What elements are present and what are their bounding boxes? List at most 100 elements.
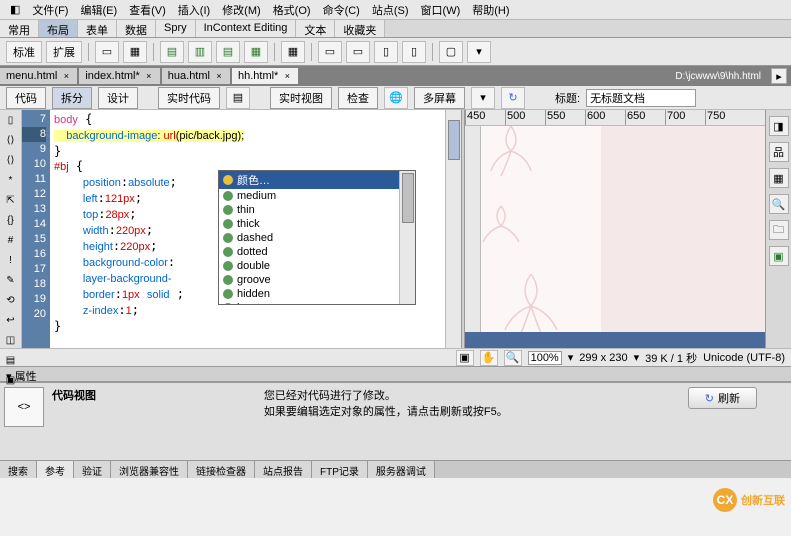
close-icon[interactable]: × — [214, 71, 224, 81]
browser-preview-button[interactable]: 🌐 — [384, 87, 408, 109]
balance-braces-button[interactable]: {} — [2, 212, 20, 230]
menu-modify[interactable]: 修改(M) — [216, 0, 267, 20]
refresh-design-button[interactable]: ↻ — [501, 87, 525, 109]
chevron-down-icon[interactable]: ▾ — [568, 351, 574, 364]
zoom-tool-button[interactable]: 🔍 — [504, 350, 522, 366]
collapse-tag-button[interactable]: ⟨⟩ — [2, 132, 20, 150]
select-parent-button[interactable]: ⇱ — [2, 192, 20, 210]
autocomplete-item[interactable]: thick — [219, 217, 399, 231]
autocomplete-item[interactable]: medium — [219, 189, 399, 203]
frame-dropdown[interactable]: ▾ — [467, 41, 491, 63]
mode-standard-button[interactable]: 标准 — [6, 41, 42, 63]
select-tool-button[interactable]: ▣ — [456, 350, 474, 366]
autocomplete-item[interactable]: inset — [219, 301, 399, 304]
syntax-color-button[interactable]: ✎ — [2, 272, 20, 290]
menu-help[interactable]: 帮助(H) — [466, 0, 515, 20]
wrap-button[interactable]: ↩ — [2, 312, 20, 330]
collapse-sel-button[interactable]: ⟨⟩ — [2, 152, 20, 170]
code-view-button[interactable]: 代码 — [6, 87, 46, 109]
spry-tab-button[interactable]: ▥ — [188, 41, 212, 63]
tab-ftp-log[interactable]: FTP记录 — [312, 461, 368, 478]
move-css-button[interactable]: ▣ — [2, 372, 20, 390]
assets-panel-button[interactable]: ▣ — [769, 246, 789, 266]
doc-tab-hh[interactable]: hh.html*× — [232, 68, 298, 84]
live-code-button[interactable]: 实时代码 — [158, 87, 220, 109]
behaviors-panel-button[interactable]: 🔍 — [769, 194, 789, 214]
autocomplete-item[interactable]: dotted — [219, 245, 399, 259]
close-icon[interactable]: × — [61, 71, 71, 81]
design-canvas[interactable] — [481, 126, 765, 332]
panel-expand-button[interactable]: ▸ — [771, 68, 787, 84]
spry-accordion-button[interactable]: ▤ — [216, 41, 240, 63]
live-code-opts-button[interactable]: ▤ — [226, 87, 250, 109]
row-above-button[interactable]: ▭ — [318, 41, 342, 63]
doc-tab-index[interactable]: index.html*× — [79, 68, 159, 84]
autocomplete-item[interactable]: double — [219, 259, 399, 273]
tab-server-debug[interactable]: 服务器调试 — [368, 461, 435, 478]
inspect-button[interactable]: 检查 — [338, 87, 378, 109]
ap-elements-panel-button[interactable]: 品 — [769, 142, 789, 162]
autocomplete-item[interactable]: groove — [219, 273, 399, 287]
zoom-select[interactable]: 100% — [528, 351, 562, 365]
frame-button[interactable]: ▢ — [439, 41, 463, 63]
scrollbar-thumb[interactable] — [448, 120, 460, 160]
menu-file[interactable]: 文件(F) — [26, 0, 74, 20]
scrollbar-thumb[interactable] — [402, 173, 414, 223]
insert-tab-data[interactable]: 数据 — [117, 20, 156, 37]
highlight-invalid-button[interactable]: ! — [2, 252, 20, 270]
insert-tab-ice[interactable]: InContext Editing — [196, 20, 297, 37]
menu-insert[interactable]: 插入(I) — [172, 0, 216, 20]
table-button[interactable]: ▦ — [281, 41, 305, 63]
multiscreen-button[interactable]: 多屏幕 — [414, 87, 465, 109]
auto-indent-button[interactable]: ⟲ — [2, 292, 20, 310]
expand-all-button[interactable]: * — [2, 172, 20, 190]
split-view-button[interactable]: 拆分 — [52, 87, 92, 109]
properties-header[interactable]: ▾ 属性 — [0, 366, 791, 382]
line-numbers-button[interactable]: # — [2, 232, 20, 250]
spry-collapse-button[interactable]: ▦ — [244, 41, 268, 63]
live-view-button[interactable]: 实时视图 — [270, 87, 332, 109]
autocomplete-item[interactable]: hidden — [219, 287, 399, 301]
insert-tab-fav[interactable]: 收藏夹 — [335, 20, 385, 37]
autocomplete-item[interactable]: 颜色… — [219, 171, 399, 189]
close-icon[interactable]: × — [144, 71, 154, 81]
div-bj[interactable] — [601, 126, 765, 332]
autocomplete-item[interactable]: dashed — [219, 231, 399, 245]
spry-menu-button[interactable]: ▤ — [160, 41, 184, 63]
tab-browser-compat[interactable]: 浏览器兼容性 — [111, 461, 188, 478]
open-docs-button[interactable]: ▯ — [2, 112, 20, 130]
format-code-button[interactable]: ◫ — [2, 332, 20, 350]
tab-validate[interactable]: 验证 — [74, 461, 111, 478]
code-vscrollbar[interactable] — [445, 110, 461, 348]
tag-inspector-panel-button[interactable]: ▦ — [769, 168, 789, 188]
insert-tab-layout[interactable]: 布局 — [39, 20, 78, 37]
mode-expanded-button[interactable]: 扩展 — [46, 41, 82, 63]
row-below-button[interactable]: ▭ — [346, 41, 370, 63]
menu-view[interactable]: 查看(V) — [123, 0, 172, 20]
insert-tab-common[interactable]: 常用 — [0, 20, 39, 37]
chevron-down-icon[interactable]: ▾ — [634, 351, 640, 364]
design-hscrollbar[interactable] — [465, 332, 765, 348]
title-input[interactable] — [586, 89, 696, 107]
files-panel-button[interactable]: 🗀 — [769, 220, 789, 240]
insert-tab-text[interactable]: 文本 — [296, 20, 335, 37]
col-left-button[interactable]: ▯ — [374, 41, 398, 63]
tab-search[interactable]: 搜索 — [0, 461, 37, 478]
autocomplete-scrollbar[interactable] — [399, 171, 415, 304]
refresh-button[interactable]: ↻刷新 — [688, 387, 757, 409]
menu-site[interactable]: 站点(S) — [366, 0, 415, 20]
doc-tab-menu[interactable]: menu.html× — [0, 68, 77, 84]
menu-edit[interactable]: 编辑(E) — [74, 0, 123, 20]
hand-tool-button[interactable]: ✋ — [480, 350, 498, 366]
recent-snippets-button[interactable]: ▤ — [2, 352, 20, 370]
autocomplete-item[interactable]: thin — [219, 203, 399, 217]
menu-window[interactable]: 窗口(W) — [415, 0, 467, 20]
tab-link-checker[interactable]: 链接检查器 — [188, 461, 255, 478]
doc-tab-hua[interactable]: hua.html× — [162, 68, 230, 84]
col-right-button[interactable]: ▯ — [402, 41, 426, 63]
draw-apdiv-button[interactable]: ▦ — [123, 41, 147, 63]
menu-format[interactable]: 格式(O) — [267, 0, 317, 20]
tab-reference[interactable]: 参考 — [37, 461, 74, 478]
insert-tab-spry[interactable]: Spry — [156, 20, 196, 37]
design-view-button[interactable]: 设计 — [98, 87, 138, 109]
